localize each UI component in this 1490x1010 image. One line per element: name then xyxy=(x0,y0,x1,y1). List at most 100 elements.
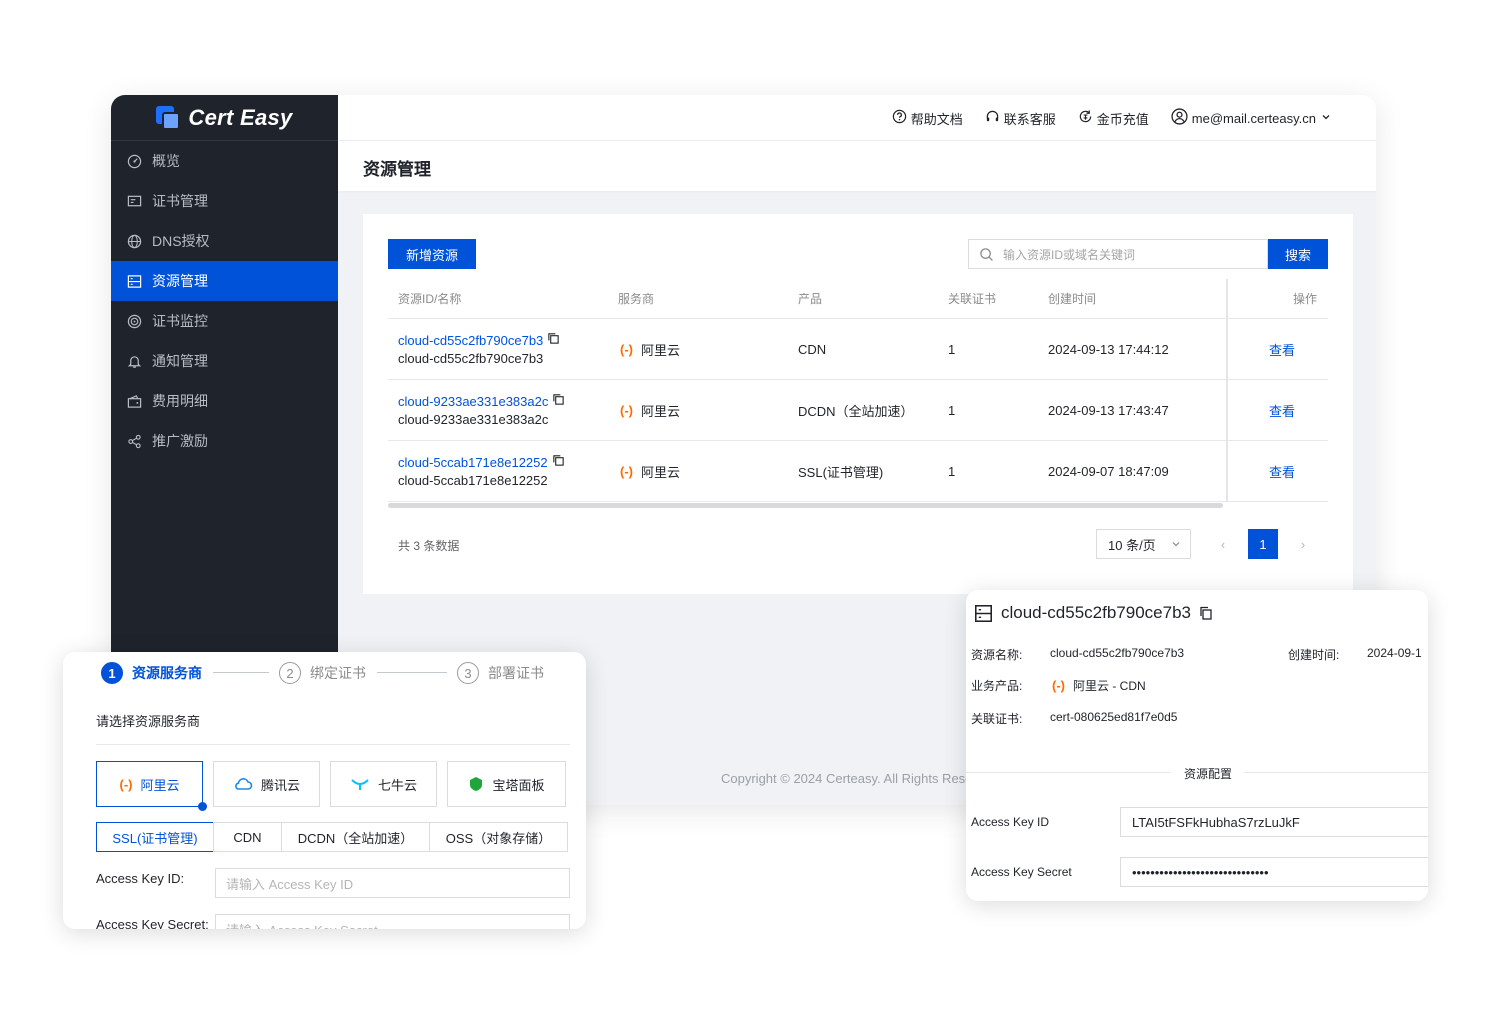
access-key-id-field[interactable]: LTAI5tFSFkHubhaS7rzLuJkF xyxy=(1120,807,1428,837)
logo-icon xyxy=(156,105,181,130)
access-key-secret-label: Access Key Secret xyxy=(971,865,1072,879)
sidebar-item-resources[interactable]: 资源管理 xyxy=(111,261,338,301)
provider-option-baota[interactable]: 宝塔面板 xyxy=(447,761,566,807)
step-connector xyxy=(377,672,447,673)
view-link[interactable]: 查看 xyxy=(1269,319,1295,379)
created-time-label: 创建时间: xyxy=(1288,648,1340,662)
user-menu[interactable]: me@mail.certeasy.cn xyxy=(1171,108,1332,128)
sidebar-item-monitor[interactable]: 证书监控 xyxy=(111,301,338,341)
access-key-id-input[interactable]: 请输入 Access Key ID xyxy=(215,868,570,898)
product-value: 阿里云 - CDN xyxy=(1073,679,1146,693)
dashboard-icon xyxy=(126,153,142,169)
add-resource-button[interactable]: 新增资源 xyxy=(388,239,476,269)
certificate-icon xyxy=(126,193,142,209)
search-button[interactable]: 搜索 xyxy=(1268,239,1328,269)
copy-icon[interactable] xyxy=(552,393,565,409)
server-icon xyxy=(126,273,142,289)
provider-option-qiniu[interactable]: 七牛云 xyxy=(330,761,437,807)
product-name: CDN xyxy=(798,341,827,357)
column-header: 产品 xyxy=(798,292,823,306)
column-header: 关联证书 xyxy=(948,292,997,306)
horizontal-scrollbar[interactable] xyxy=(388,503,1223,508)
access-key-secret-field[interactable]: •••••••••••••••••••••••••••••• xyxy=(1120,857,1428,887)
wallet-icon xyxy=(126,393,142,409)
next-page-button[interactable]: › xyxy=(1288,529,1318,559)
provider-option-tencent[interactable]: 腾讯云 xyxy=(213,761,320,807)
app-logo[interactable]: Cert Easy xyxy=(111,95,338,141)
sidebar-item-overview[interactable]: 概览 xyxy=(111,141,338,181)
resource-id-link[interactable]: cloud-cd55c2fb790ce7b3 xyxy=(398,333,543,348)
sidebar-item-label: DNS授权 xyxy=(152,233,210,249)
provider-name: 阿里云 xyxy=(641,464,681,480)
aliyun-icon: (-) xyxy=(119,776,133,792)
page-number-button[interactable]: 1 xyxy=(1248,529,1278,559)
headset-icon xyxy=(985,109,1000,127)
sidebar-item-label: 证书监控 xyxy=(152,313,208,329)
copyright-footer: Copyright © 2024 Certeasy. All Rights Re… xyxy=(721,771,973,786)
help-icon xyxy=(892,109,907,127)
table-row: cloud-5ccab171e8e12252 cloud-5ccab171e8e… xyxy=(388,441,1328,502)
cert-count: 1 xyxy=(948,463,956,479)
support-link[interactable]: 联系客服 xyxy=(985,109,1056,128)
search-icon xyxy=(979,247,994,262)
help-docs-link[interactable]: 帮助文档 xyxy=(892,109,963,128)
chevron-left-icon: ‹ xyxy=(1220,536,1226,552)
detail-title: cloud-cd55c2fb790ce7b3 xyxy=(1001,603,1191,622)
divider xyxy=(1244,772,1428,773)
sidebar-item-label: 概览 xyxy=(152,153,180,169)
search-input[interactable]: 输入资源ID或域名关键词 xyxy=(968,239,1268,269)
view-link[interactable]: 查看 xyxy=(1269,380,1295,440)
access-key-secret-input[interactable]: 请输入 Access Key Secret xyxy=(215,914,570,929)
cert-link[interactable]: cert-080625ed81f7e0d5 xyxy=(1050,710,1177,724)
step-label: 绑定证书 xyxy=(310,665,366,681)
sidebar-item-notifications[interactable]: 通知管理 xyxy=(111,341,338,381)
sidebar-item-label: 费用明细 xyxy=(152,393,208,409)
resource-name-label: 资源名称: xyxy=(971,648,1023,662)
column-header: 创建时间 xyxy=(1048,292,1097,306)
product-name: SSL(证书管理) xyxy=(798,464,884,480)
step-provider: 1 资源服务商 xyxy=(101,662,202,684)
access-key-secret-label: Access Key Secret: xyxy=(96,917,209,929)
add-resource-wizard: 1 资源服务商 2 绑定证书 3 部署证书 请选择资源服务商 (-) 阿里云 腾… xyxy=(63,652,586,929)
section-title: 资源配置 xyxy=(1184,767,1233,781)
sidebar-item-label: 通知管理 xyxy=(152,353,208,369)
sidebar-item-billing[interactable]: 费用明细 xyxy=(111,381,338,421)
product-tab-dcdn[interactable]: DCDN（全站加速） xyxy=(281,822,430,852)
resource-name: cloud-9233ae331e383a2c xyxy=(398,412,549,427)
product-tab-cdn[interactable]: CDN xyxy=(213,822,282,852)
product-tab-oss[interactable]: OSS（对象存储） xyxy=(429,822,568,852)
sidebar-item-referral[interactable]: 推广激励 xyxy=(111,421,338,461)
view-link[interactable]: 查看 xyxy=(1269,441,1295,501)
sidebar-item-label: 推广激励 xyxy=(152,433,208,449)
copy-icon[interactable] xyxy=(552,454,565,470)
step-number: 2 xyxy=(279,662,301,684)
prev-page-button[interactable]: ‹ xyxy=(1208,529,1238,559)
chevron-down-icon xyxy=(1170,538,1182,550)
page-header: 资源管理 xyxy=(338,141,1376,191)
sidebar-item-certificates[interactable]: 证书管理 xyxy=(111,181,338,221)
baota-icon xyxy=(468,776,484,792)
product-tab-ssl[interactable]: SSL(证书管理) xyxy=(96,822,214,852)
chevron-down-icon xyxy=(1320,111,1332,126)
aliyun-icon: (-) xyxy=(620,402,633,418)
step-number: 1 xyxy=(101,662,123,684)
step-deploy-cert: 3 部署证书 xyxy=(457,662,544,684)
resource-name-value: cloud-cd55c2fb790ce7b3 xyxy=(1050,646,1185,660)
provider-prompt: 请选择资源服务商 xyxy=(96,714,201,729)
recharge-link[interactable]: 金币充值 xyxy=(1078,109,1149,128)
user-icon xyxy=(1171,108,1188,128)
copy-icon[interactable] xyxy=(547,332,560,348)
globe-icon xyxy=(126,233,142,249)
page-size-select[interactable]: 10 条/页 xyxy=(1096,529,1191,559)
resource-name: cloud-5ccab171e8e12252 xyxy=(398,473,548,488)
resource-id-link[interactable]: cloud-5ccab171e8e12252 xyxy=(398,455,548,470)
provider-option-aliyun[interactable]: (-) 阿里云 xyxy=(96,761,207,811)
created-time-value: 2024-09-1 xyxy=(1367,646,1422,660)
access-key-id-label: Access Key ID xyxy=(971,815,1050,829)
cert-label: 关联证书: xyxy=(971,712,1023,726)
sidebar-item-dns[interactable]: DNS授权 xyxy=(111,221,338,261)
chevron-right-icon: › xyxy=(1300,536,1306,552)
page-title: 资源管理 xyxy=(363,160,431,179)
resource-id-link[interactable]: cloud-9233ae331e383a2c xyxy=(398,394,548,409)
copy-icon[interactable] xyxy=(1199,606,1213,620)
